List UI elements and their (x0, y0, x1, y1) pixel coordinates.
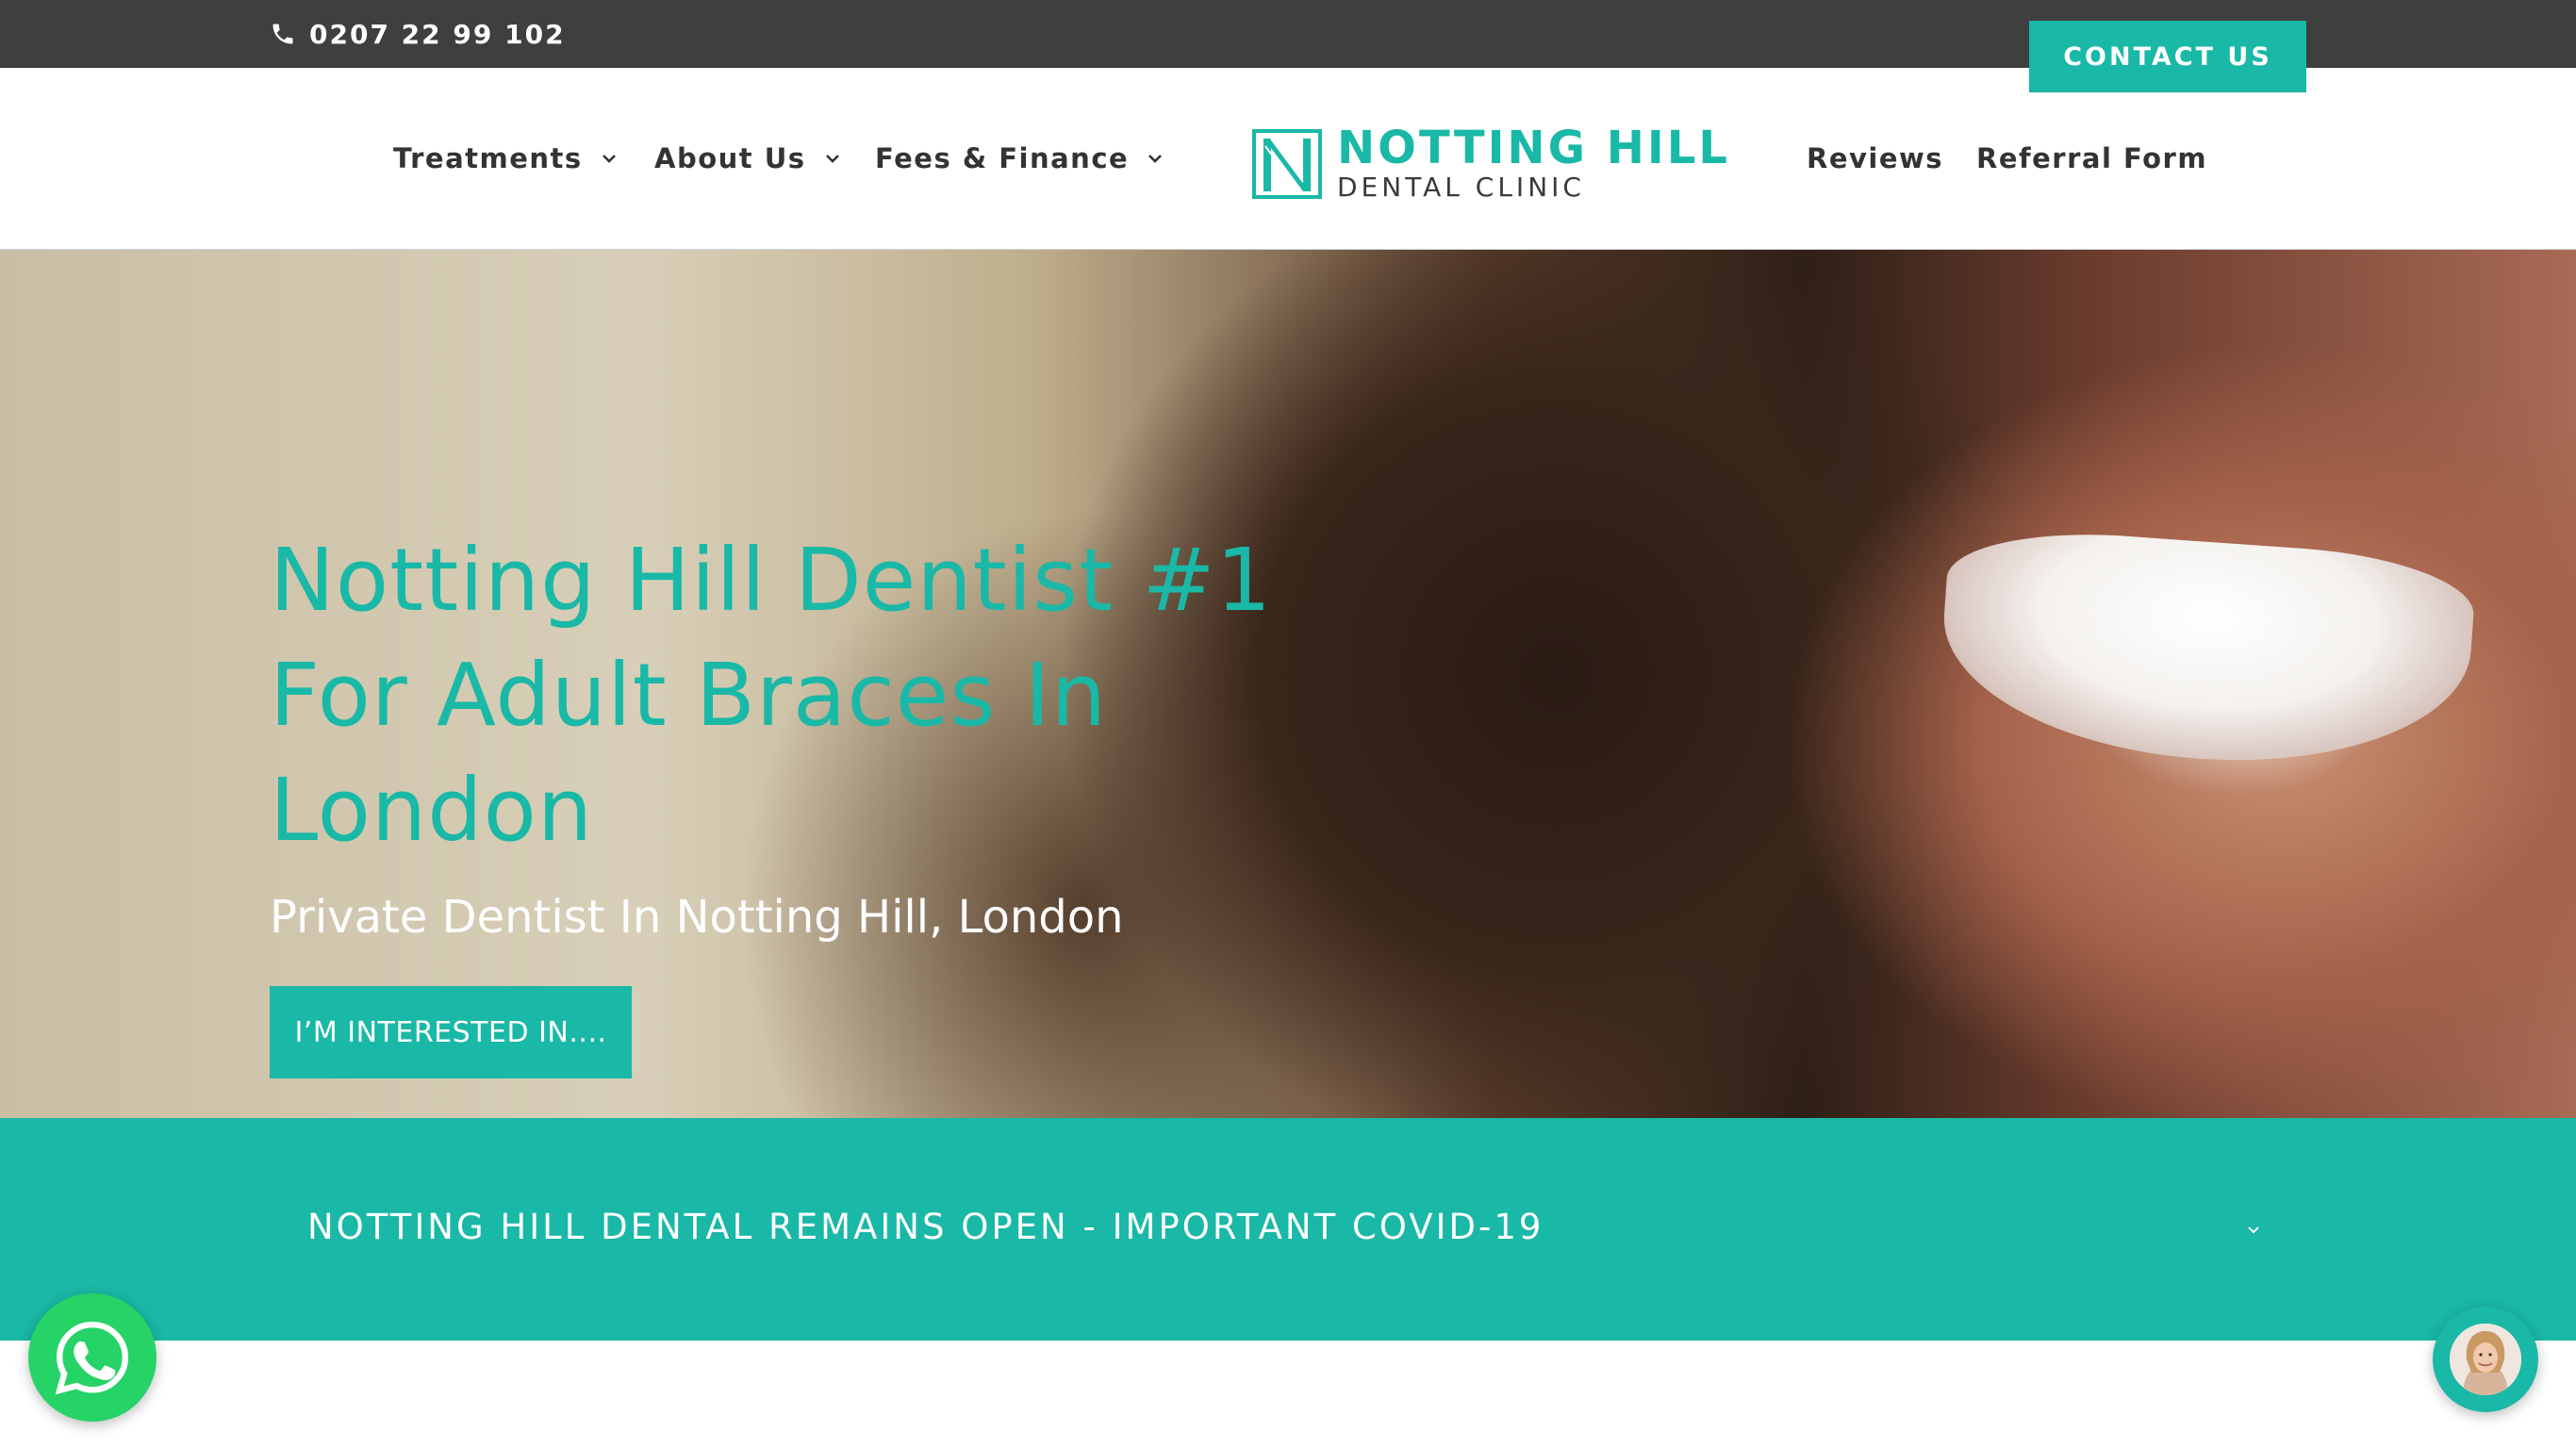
chevron-down-icon (825, 155, 839, 163)
nav-item-about-us[interactable]: About Us (654, 136, 842, 181)
whatsapp-icon (55, 1321, 129, 1395)
hero-subtitle: Private Dentist In Notting Hill, London (270, 891, 1124, 944)
hero-title-line: London (270, 760, 594, 861)
interested-in-button[interactable]: I’M INTERESTED IN.... (270, 986, 632, 1078)
chevron-down-icon (602, 155, 616, 163)
logo-title: NOTTING HILL (1337, 122, 1730, 174)
chevron-down-icon[interactable] (2240, 1216, 2267, 1242)
hero-banner: Notting Hill Dentist #1 For Adult Braces… (0, 250, 2576, 1118)
chevron-down-icon (1148, 155, 1163, 163)
nav-item-fees-finance[interactable]: Fees & Finance (875, 136, 1164, 181)
nav-item-reviews[interactable]: Reviews (1807, 136, 1943, 181)
nav-item-referral-form[interactable]: Referral Form (1976, 136, 2207, 181)
hero-title-line: For Adult Braces In (270, 645, 1108, 746)
covid-notice-toggle[interactable]: NOTTING HILL DENTAL REMAINS OPEN - IMPOR… (0, 1118, 2576, 1341)
logo-mark-icon (1252, 129, 1322, 199)
phone-link[interactable]: 0207 22 99 102 (270, 15, 566, 53)
phone-number: 0207 22 99 102 (309, 18, 566, 50)
hero-title: Notting Hill Dentist #1 For Adult Braces… (270, 523, 1307, 868)
chat-avatar-icon (2450, 1324, 2521, 1395)
logo-subtitle: DENTAL CLINIC (1337, 172, 1585, 203)
site-logo[interactable]: NOTTING HILL DENTAL CLINIC (1252, 124, 1727, 204)
nav-item-label: Reviews (1807, 142, 1944, 174)
contact-us-button[interactable]: CONTACT US (2029, 21, 2306, 92)
nav-item-treatments[interactable]: Treatments (393, 136, 619, 181)
covid-notice-text: NOTTING HILL DENTAL REMAINS OPEN - IMPOR… (307, 1207, 1544, 1247)
phone-icon (272, 24, 293, 44)
hero-background-image (1935, 523, 2478, 778)
whatsapp-button[interactable] (28, 1293, 157, 1422)
chat-widget-button[interactable] (2433, 1307, 2538, 1412)
nav-item-label: Treatments (393, 142, 583, 174)
nav-item-label: About Us (654, 142, 806, 174)
site-header: Treatments About Us Fees & Finance NOTTI… (0, 68, 2576, 250)
nav-item-label: Fees & Finance (875, 142, 1130, 174)
nav-item-label: Referral Form (1976, 142, 2208, 174)
hero-title-line: Notting Hill Dentist #1 (270, 530, 1273, 631)
